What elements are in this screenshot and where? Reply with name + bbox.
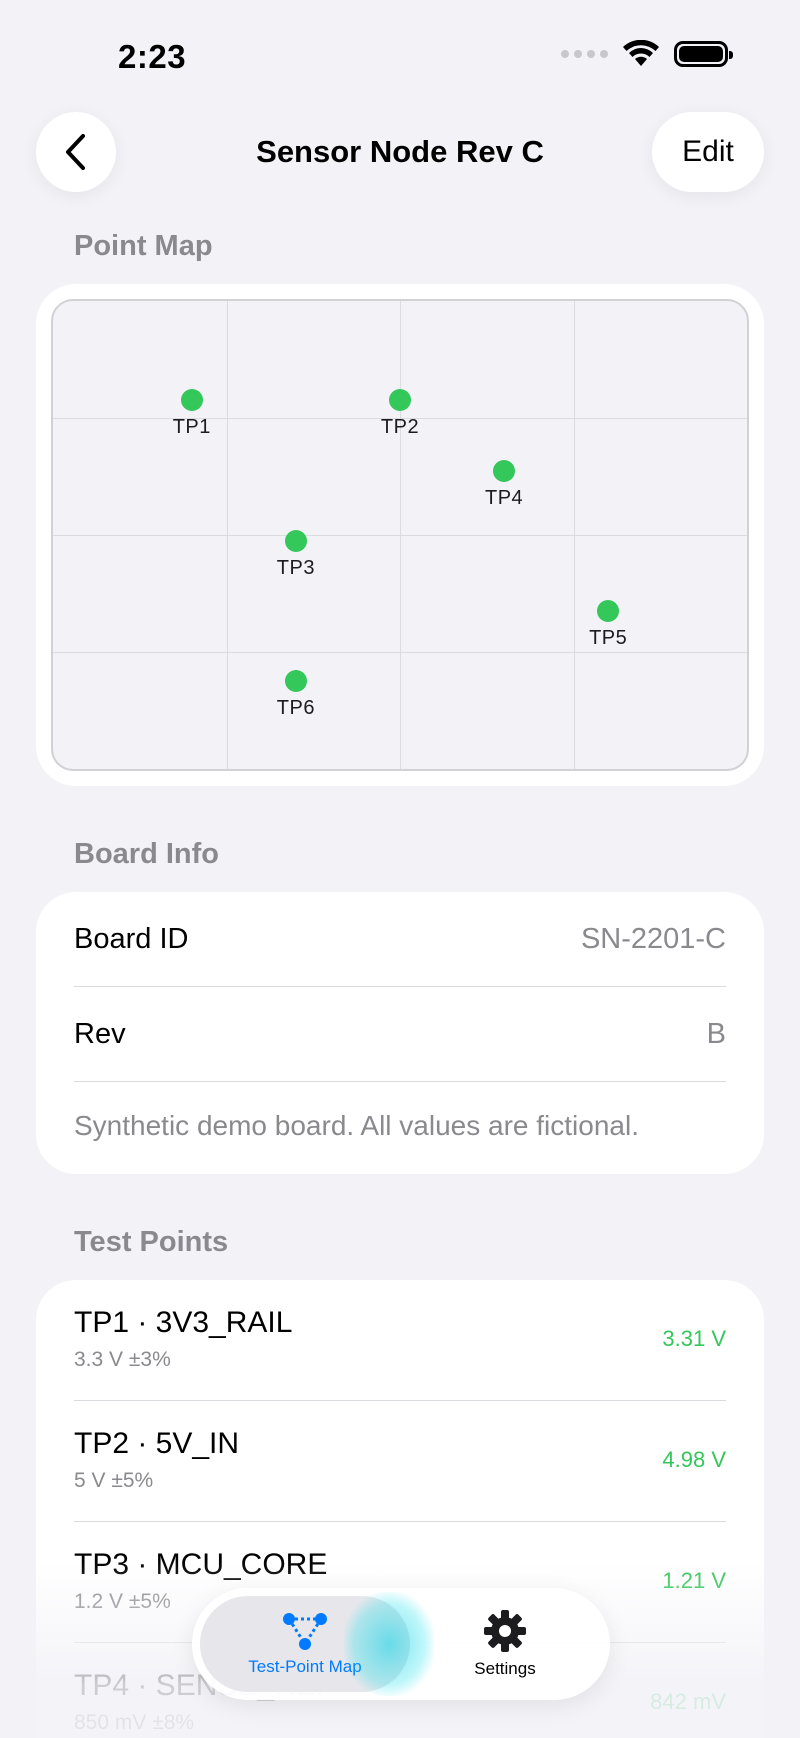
divider xyxy=(74,1081,726,1082)
map-point-tp5[interactable]: TP5 xyxy=(589,600,627,649)
board-note: Synthetic demo board. All values are fic… xyxy=(74,1110,639,1141)
cellular-signal-icon xyxy=(561,50,608,58)
info-row-rev: Rev B xyxy=(74,987,726,1081)
point-map-card: TP1 TP2 TP3 TP4 TP5 TP6 xyxy=(36,284,764,786)
map-point-tp1[interactable]: TP1 xyxy=(173,389,210,438)
tab-label: Settings xyxy=(474,1659,536,1678)
test-point-name: TP3 · MCU_CORE xyxy=(74,1548,328,1581)
map-point-dot xyxy=(284,529,307,552)
map-point-tp4[interactable]: TP4 xyxy=(485,459,523,509)
section-header-board-info: Board Info xyxy=(74,838,219,870)
test-point-name: TP1 · 3V3_RAIL xyxy=(74,1306,293,1339)
status-time: 2:23 xyxy=(118,38,187,75)
map-point-tp3[interactable]: TP3 xyxy=(277,529,314,579)
test-point-name: TP2 · 5V_IN xyxy=(74,1427,240,1460)
section-header-point-map: Point Map xyxy=(74,230,213,262)
info-row-board-id: Board ID SN-2201-C xyxy=(74,892,726,986)
edit-button[interactable]: Edit xyxy=(652,112,764,192)
status-bar: 2:23 xyxy=(0,0,800,110)
map-point-label: TP2 xyxy=(380,416,420,439)
test-point-reading: 3.31 V xyxy=(662,1326,726,1351)
list-item[interactable]: TP1 · 3V3_RAIL 3.3 V ±3% 3.31 V xyxy=(74,1280,726,1401)
test-point-reading: 4.98 V xyxy=(662,1447,726,1472)
test-point-spec: 5 V ±5% xyxy=(74,1469,154,1492)
map-point-dot xyxy=(284,670,307,693)
board-info-card: Board ID SN-2201-C Rev B Synthetic demo … xyxy=(36,892,764,1174)
map-point-label: TP3 xyxy=(276,556,315,579)
map-point-dot xyxy=(180,389,203,412)
tab-settings[interactable]: Settings xyxy=(410,1596,600,1692)
map-point-label: TP1 xyxy=(172,416,211,439)
section-header-test-points: Test Points xyxy=(74,1226,229,1258)
tab-bar: Test-Point Map Settings xyxy=(192,1588,610,1700)
test-point-spec: 1.2 V ±5% xyxy=(74,1590,171,1613)
tab-label: Test-Point Map xyxy=(248,1657,362,1676)
test-point-map-icon xyxy=(283,1613,327,1650)
map-point-dot xyxy=(493,459,516,482)
info-value: B xyxy=(706,1017,726,1050)
status-icons xyxy=(561,40,733,68)
info-label: Board ID xyxy=(74,922,189,955)
test-point-reading: 842 mV xyxy=(650,1689,726,1714)
test-point-spec: 850 mV ±8% xyxy=(74,1711,195,1734)
gear-icon xyxy=(484,1610,526,1652)
map-point-label: TP5 xyxy=(589,627,628,650)
grid-line xyxy=(53,652,747,653)
map-point-label: TP4 xyxy=(485,486,524,509)
list-item[interactable]: TP2 · 5V_IN 5 V ±5% 4.98 V xyxy=(74,1401,726,1522)
map-point-label: TP6 xyxy=(276,697,315,720)
tab-test-point-map[interactable]: Test-Point Map xyxy=(200,1596,410,1692)
grid-line xyxy=(53,535,747,536)
test-point-spec: 3.3 V ±3% xyxy=(74,1348,171,1371)
point-map-plot: TP1 TP2 TP3 TP4 TP5 TP6 xyxy=(51,299,749,771)
info-value: SN-2201-C xyxy=(580,922,726,955)
map-point-dot xyxy=(389,389,411,412)
info-label: Rev xyxy=(74,1017,126,1050)
map-point-tp2[interactable]: TP2 xyxy=(381,389,419,438)
map-point-dot xyxy=(597,600,620,623)
test-point-reading: 1.21 V xyxy=(662,1568,726,1593)
battery-icon xyxy=(674,41,733,67)
wifi-icon xyxy=(623,40,659,66)
navigation-bar: Sensor Node Rev C Edit xyxy=(0,110,800,210)
map-point-tp6[interactable]: TP6 xyxy=(277,670,314,719)
